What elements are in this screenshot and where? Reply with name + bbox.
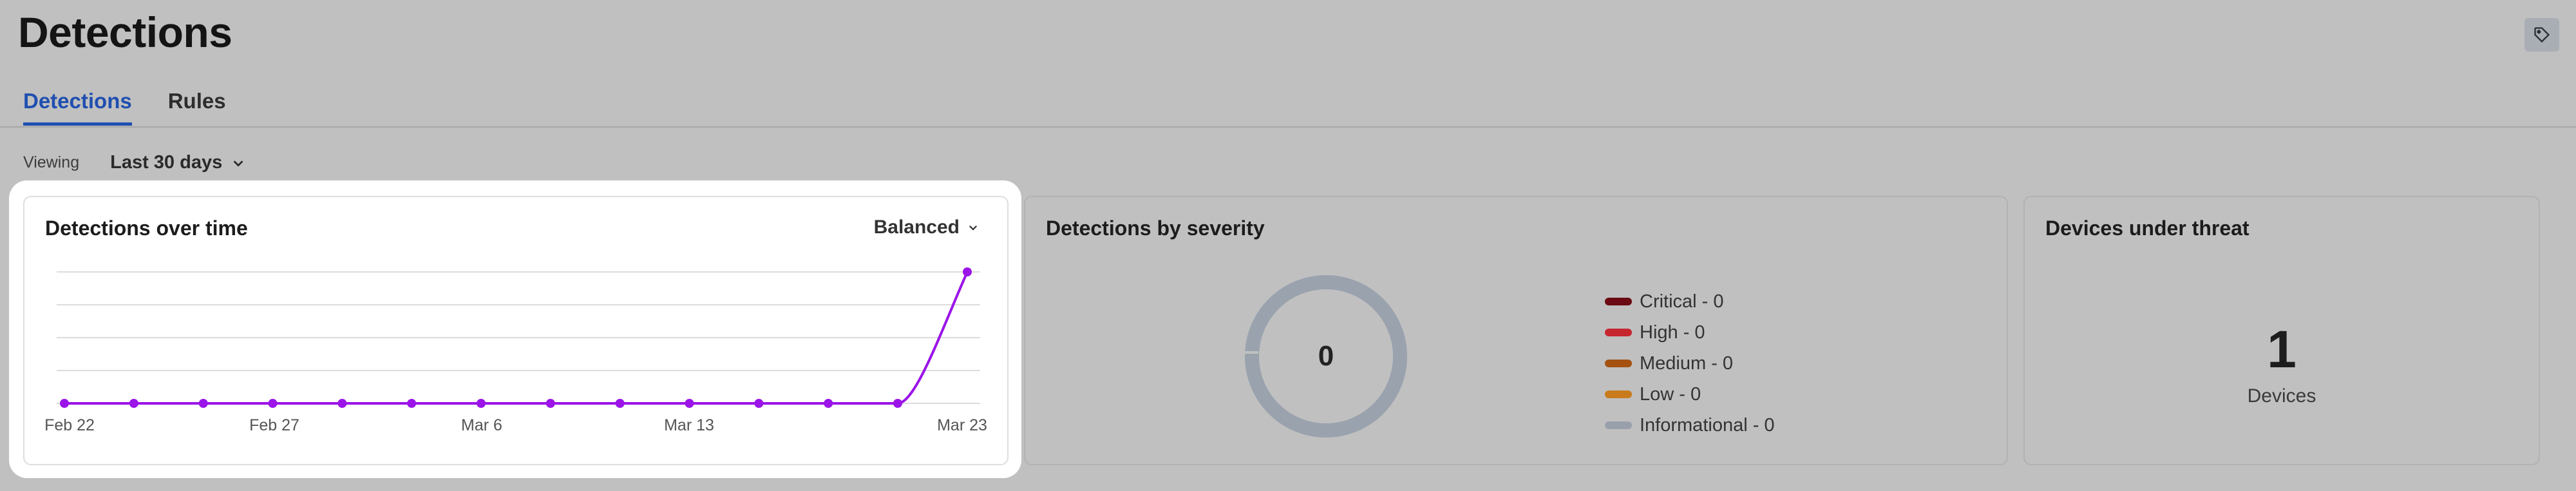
devices-under-threat-card: Devices under threat 1 Devices bbox=[2023, 196, 2540, 465]
card-title: Devices under threat bbox=[2045, 217, 2249, 240]
legend-item-medium: Medium - 0 bbox=[1605, 348, 1775, 379]
viewing-range-value: Last 30 days bbox=[110, 152, 223, 173]
threat-count: 1 bbox=[2267, 320, 2297, 379]
legend-label: Informational - 0 bbox=[1640, 414, 1775, 436]
viewing-label: Viewing bbox=[23, 153, 80, 171]
x-tick-label: Mar 6 bbox=[461, 416, 502, 434]
legend-swatch bbox=[1605, 360, 1632, 367]
threat-label: Devices bbox=[2247, 385, 2316, 407]
x-tick-label: Feb 27 bbox=[249, 416, 299, 434]
legend-item-informational: Informational - 0 bbox=[1605, 410, 1775, 441]
data-point bbox=[545, 399, 555, 408]
detections-over-time-card: Detections over time Balanced Feb 22 Feb … bbox=[23, 196, 1009, 465]
legend-label: Critical - 0 bbox=[1640, 291, 1724, 312]
data-point bbox=[685, 399, 694, 408]
legend-label: Medium - 0 bbox=[1640, 352, 1734, 374]
legend-label: Low - 0 bbox=[1640, 383, 1701, 405]
data-point bbox=[337, 399, 347, 408]
x-tick-label: Mar 13 bbox=[664, 416, 714, 434]
x-tick-label: Feb 22 bbox=[44, 416, 95, 434]
legend-swatch bbox=[1605, 329, 1632, 336]
legend-item-low: Low - 0 bbox=[1605, 379, 1775, 410]
tag-button[interactable] bbox=[2524, 18, 2559, 52]
viewing-range-dropdown[interactable]: Last 30 days bbox=[110, 152, 245, 173]
legend-item-critical: Critical - 0 bbox=[1605, 286, 1775, 317]
detections-by-severity-card: Detections by severity 0 Critical - 0 Hi… bbox=[1024, 196, 2008, 465]
tag-icon bbox=[2534, 27, 2550, 43]
data-point bbox=[754, 399, 764, 408]
x-tick-label: Mar 23 bbox=[937, 416, 987, 434]
page-title: Detections bbox=[18, 8, 232, 56]
legend-swatch bbox=[1605, 298, 1632, 305]
tabs-divider bbox=[0, 126, 2576, 128]
tab-rules[interactable]: Rules bbox=[168, 89, 226, 126]
card-title: Detections by severity bbox=[1046, 217, 1265, 240]
data-point bbox=[477, 399, 486, 408]
viewing-filter: Viewing Last 30 days bbox=[23, 152, 245, 173]
legend-swatch bbox=[1605, 421, 1632, 429]
severity-legend: Critical - 0 High - 0 Medium - 0 Low - 0… bbox=[1605, 286, 1775, 441]
detections-line-chart: Feb 22 Feb 27 Mar 6 Mar 13 Mar 23 bbox=[44, 267, 987, 434]
data-point bbox=[198, 399, 208, 408]
severity-donut: 0 bbox=[1243, 273, 1409, 439]
data-point bbox=[824, 399, 833, 408]
data-point bbox=[893, 399, 902, 408]
data-point bbox=[963, 267, 972, 276]
tab-detections[interactable]: Detections bbox=[23, 89, 132, 126]
legend-swatch bbox=[1605, 390, 1632, 398]
legend-item-high: High - 0 bbox=[1605, 317, 1775, 348]
legend-label: High - 0 bbox=[1640, 322, 1705, 343]
tab-bar: Detections Rules bbox=[23, 89, 226, 126]
donut-total: 0 bbox=[1318, 340, 1334, 372]
data-point bbox=[129, 399, 138, 408]
data-point bbox=[268, 399, 278, 408]
data-point bbox=[60, 399, 69, 408]
data-point bbox=[407, 399, 417, 408]
chevron-down-icon bbox=[233, 160, 243, 167]
data-point bbox=[615, 399, 625, 408]
